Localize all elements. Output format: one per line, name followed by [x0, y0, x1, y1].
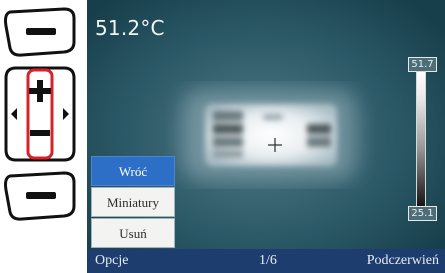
- options-menu: Wróć Miniatury Usuń: [91, 156, 175, 248]
- mode-label[interactable]: Podczerwień: [367, 253, 439, 269]
- top-minus-key[interactable]: [0, 4, 78, 60]
- minus-icon: [30, 130, 50, 136]
- menu-item-delete[interactable]: Usuń: [91, 218, 175, 248]
- bottom-bar: Opcje 1/6 Podczerwień: [87, 249, 445, 273]
- options-softkey-label[interactable]: Opcje: [95, 253, 128, 269]
- scale-min-label: 25.1: [408, 206, 437, 221]
- bottom-minus-key[interactable]: [0, 168, 78, 224]
- color-scale-bar: [416, 71, 426, 209]
- menu-item-thumbnails[interactable]: Miniatury: [91, 187, 175, 217]
- minus-icon: [26, 28, 56, 35]
- camera-screen: 51.2°C 51.7 25.1 Wróć Miniatury Usuń Opc…: [87, 0, 445, 273]
- image-counter: 1/6: [259, 253, 277, 268]
- menu-item-back[interactable]: Wróć: [91, 156, 175, 186]
- dpad-key[interactable]: [2, 64, 78, 164]
- minus-icon: [26, 192, 56, 199]
- scale-max-label: 51.7: [408, 57, 437, 72]
- temperature-readout: 51.2°C: [95, 16, 165, 40]
